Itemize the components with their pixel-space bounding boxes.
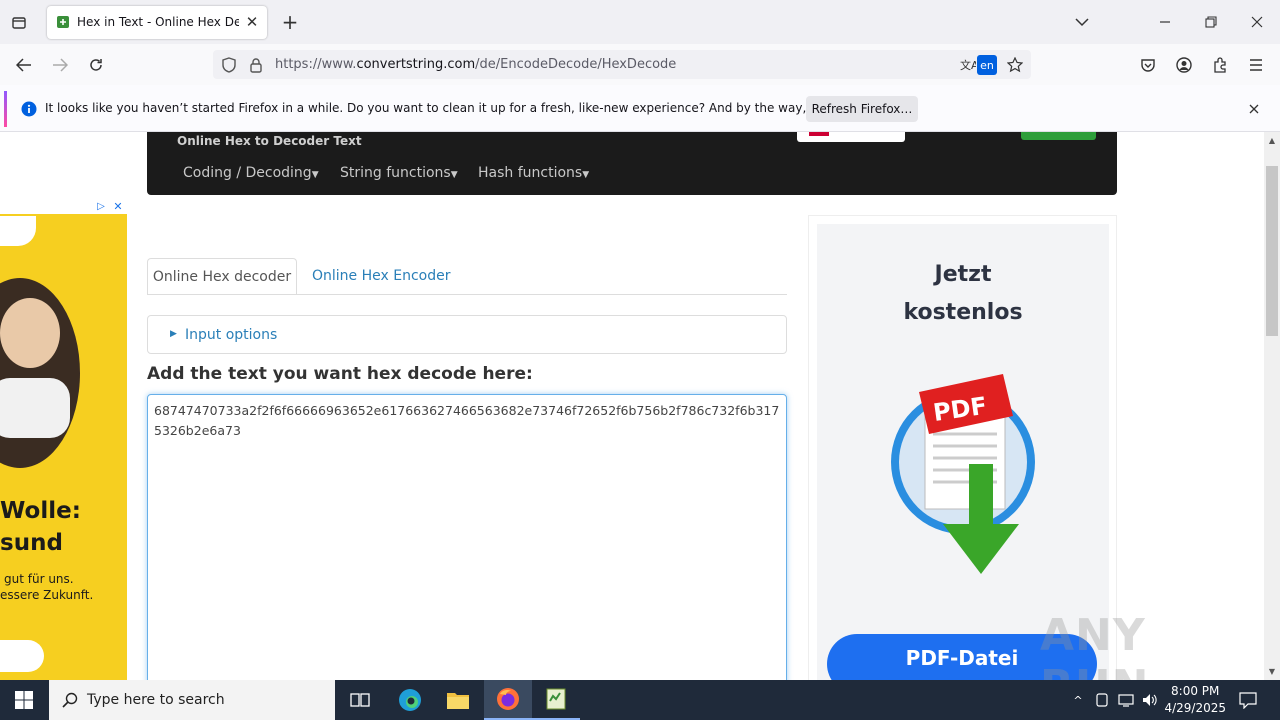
- forward-arrow-icon[interactable]: [49, 54, 71, 76]
- ad-left-line2: sund: [0, 530, 63, 556]
- input-options-label: Input options: [185, 327, 278, 343]
- chevron-down-icon[interactable]: [1071, 11, 1093, 33]
- translate-icon[interactable]: 文A: [958, 55, 978, 75]
- scroll-up-icon[interactable]: ▲: [1267, 135, 1277, 145]
- ad-left-cta-button[interactable]: [0, 640, 44, 672]
- tabs-divider: [147, 294, 787, 295]
- browser-tab-bar: Hex in Text - Online Hex Decod ✕ +: [0, 0, 1280, 44]
- windows-taskbar: Type here to search ^ 8:00 PM 4/29/2025: [0, 680, 1280, 720]
- tab-list-icon[interactable]: [8, 12, 30, 34]
- tab-online-hex-encoder[interactable]: Online Hex Encoder: [312, 268, 450, 284]
- chevron-up-icon[interactable]: ^: [1070, 692, 1086, 708]
- shield-icon[interactable]: [219, 55, 239, 75]
- reload-icon[interactable]: [85, 54, 107, 76]
- search-icon: [61, 691, 79, 709]
- textarea-heading: Add the text you want hex decode here:: [147, 364, 533, 384]
- taskbar-clock[interactable]: 8:00 PM 4/29/2025: [1164, 683, 1226, 717]
- close-tab-icon[interactable]: ✕: [243, 13, 261, 31]
- ad-left-line1: Wolle:: [0, 498, 81, 524]
- site-favicon-icon: [55, 14, 71, 30]
- info-icon: [20, 100, 37, 117]
- file-explorer-icon[interactable]: [434, 680, 482, 720]
- scroll-down-icon[interactable]: ▼: [1267, 666, 1277, 676]
- menu-coding-decoding[interactable]: Coding / Decoding▼: [183, 165, 319, 181]
- ad-right-line1: Jetzt: [934, 262, 992, 287]
- tab-online-hex-decoder[interactable]: Online Hex decoder: [147, 258, 297, 295]
- flag-icon: [809, 132, 829, 136]
- task-view-icon[interactable]: [336, 680, 384, 720]
- scrollbar-thumb[interactable]: [1266, 166, 1278, 336]
- menu-hamburger-icon[interactable]: [1245, 54, 1267, 76]
- ad-left-line3: gut für uns.: [4, 572, 74, 586]
- edge-icon[interactable]: [386, 680, 434, 720]
- close-window-icon[interactable]: [1246, 11, 1268, 33]
- caret-down-icon: ▼: [311, 170, 319, 180]
- browser-tab-active[interactable]: Hex in Text - Online Hex Decod ✕: [47, 6, 267, 39]
- ad-choices-icon[interactable]: ▷: [94, 199, 108, 213]
- url-text[interactable]: https://www.convertstring.com/de/EncodeD…: [275, 57, 676, 72]
- pocket-icon[interactable]: [1137, 54, 1159, 76]
- volume-icon[interactable]: [1142, 692, 1158, 708]
- ad-wool: [0, 378, 70, 438]
- web-page: Online Hex to Decoder Text Coding / Deco…: [0, 132, 1264, 680]
- notepad-plus-icon[interactable]: [532, 680, 580, 720]
- restore-icon[interactable]: [1200, 11, 1222, 33]
- extensions-icon[interactable]: [1209, 54, 1231, 76]
- account-icon[interactable]: [1173, 54, 1195, 76]
- close-notification-icon[interactable]: [1244, 99, 1264, 119]
- url-bar[interactable]: https://www.convertstring.com/de/EncodeD…: [213, 50, 1031, 79]
- firefox-notification-bar: It looks like you haven’t started Firefo…: [0, 85, 1280, 132]
- refresh-firefox-button[interactable]: Refresh Firefox…: [806, 96, 918, 122]
- network-icon[interactable]: [1118, 692, 1134, 708]
- ad-face: [0, 298, 60, 368]
- taskbar-search-box[interactable]: Type here to search: [49, 680, 335, 720]
- site-subtitle: Online Hex to Decoder Text: [177, 134, 362, 148]
- new-tab-icon[interactable]: +: [279, 10, 301, 34]
- language-select[interactable]: [797, 132, 905, 142]
- menu-hash-functions[interactable]: Hash functions▼: [478, 165, 589, 181]
- lock-icon[interactable]: [246, 55, 266, 75]
- green-header-button[interactable]: [1021, 132, 1096, 140]
- clock-time: 8:00 PM: [1171, 684, 1220, 698]
- notification-center-icon[interactable]: [1238, 690, 1258, 710]
- caret-down-icon: ▼: [582, 170, 590, 180]
- svg-text:文A: 文A: [960, 58, 976, 72]
- menu-string-functions[interactable]: String functions▼: [340, 165, 458, 181]
- windows-start-icon[interactable]: [0, 680, 48, 720]
- page-scrollbar[interactable]: ▲ ▼: [1264, 132, 1280, 680]
- clock-date: 4/29/2025: [1164, 701, 1226, 715]
- left-advertisement[interactable]: ▷ ✕ Wolle: sund gut für uns. essere Zuku…: [0, 198, 127, 680]
- caret-down-icon: ▼: [450, 170, 458, 180]
- device-icon[interactable]: [1094, 692, 1110, 708]
- ad-right-line2: kostenlos: [903, 300, 1023, 325]
- search-placeholder: Type here to search: [87, 692, 225, 708]
- anyrun-watermark: ANY RUN: [1040, 610, 1148, 680]
- hex-input-textarea[interactable]: 68747470733a2f2f6f66666963652e6176636274…: [147, 394, 787, 680]
- back-arrow-icon[interactable]: [13, 54, 35, 76]
- translate-lang-badge[interactable]: en: [977, 55, 997, 75]
- site-header: Online Hex to Decoder Text Coding / Deco…: [147, 132, 1117, 195]
- minimize-icon[interactable]: [1154, 11, 1176, 33]
- browser-nav-bar: https://www.convertstring.com/de/EncodeD…: [0, 44, 1280, 85]
- pdf-download-icon: PDF: [891, 374, 1035, 574]
- ad-logo-box: [0, 216, 36, 246]
- notification-accent: [4, 91, 7, 127]
- triangle-right-icon: ▶: [170, 329, 177, 339]
- bookmark-star-icon[interactable]: [1005, 55, 1025, 75]
- ad-close-icon[interactable]: ✕: [111, 199, 125, 213]
- ad-person-image: [0, 278, 80, 468]
- tab-title: Hex in Text - Online Hex Decod: [77, 15, 239, 29]
- ad-left-line4: essere Zukunft.: [0, 588, 94, 602]
- notification-message: It looks like you haven’t started Firefo…: [45, 101, 901, 115]
- firefox-taskbar-icon[interactable]: [484, 680, 532, 720]
- input-options-panel[interactable]: ▶ Input options: [147, 315, 787, 354]
